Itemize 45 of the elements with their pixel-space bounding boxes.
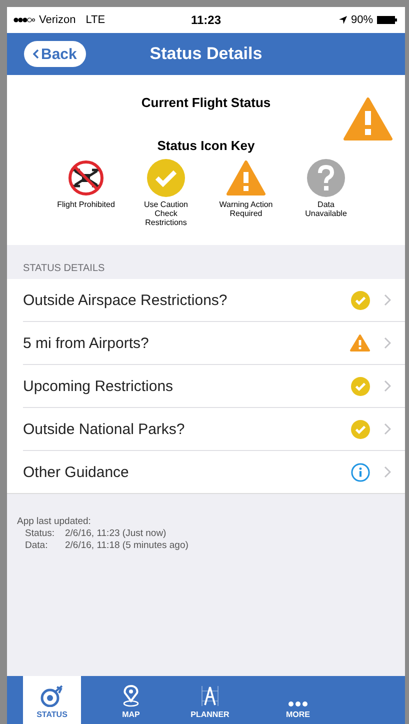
chevron-icon [384,423,391,435]
row-label: 5 mi from Airports? [23,334,150,352]
compass-drawing-icon [200,685,220,707]
map-pin-icon [122,685,140,707]
updated-label: Data: [25,540,49,551]
chevron-icon [384,380,391,392]
carrier-name: Verizon [39,14,76,26]
signal-icon [13,17,35,23]
chevron-icon [384,294,391,306]
row-label: Other Guidance [23,464,130,480]
key-label: Data Unavailable [304,200,348,218]
section-header: STATUS DETAILS [7,245,405,279]
key-label: Use Caution Check Restrictions [142,200,190,228]
status-row[interactable]: Other Guidance [23,451,405,493]
network-type: LTE [86,14,106,26]
updated-value: 2/6/16, 11:18 (5 minutes ago) [65,540,188,551]
back-button[interactable]: Back [24,41,86,67]
tab[interactable]: STATUS [23,676,81,724]
updated-label: Status: [25,528,56,539]
key-label: Flight Prohibited [57,200,115,210]
chevron-icon [384,337,391,349]
location-arrow-icon [338,16,347,24]
screen-title: Status Details [150,44,262,64]
battery-icon [377,16,397,24]
status-row[interactable]: Outside National Parks? [23,408,405,451]
target-plane-icon [40,685,64,707]
tab[interactable]: MORE [254,676,342,724]
tab[interactable]: PLANNER [166,676,254,724]
back-chevron-icon [33,49,39,59]
battery-percent: 90% [350,14,373,26]
status-row[interactable]: Outside Airspace Restrictions? [23,279,405,322]
updated-title: App last updated: [17,516,92,527]
status-row[interactable]: Upcoming Restrictions [23,365,405,408]
updated-value: 2/6/16, 11:23 (Just now) [65,528,166,539]
clock-time: 11:23 [190,13,222,27]
row-label: Outside National Parks? [23,420,186,438]
tab[interactable]: MAP [96,676,166,724]
status-row[interactable]: 5 mi from Airports? [23,322,405,365]
icon-key-title: Status Icon Key [157,138,255,153]
row-label: Outside Airspace Restrictions? [23,292,228,308]
key-label: Warning Action Required [218,200,274,218]
chevron-icon [384,466,391,478]
row-label: Upcoming Restrictions [23,378,174,394]
current-status-title: Current Flight Status [141,95,271,112]
more-icon [288,701,308,707]
